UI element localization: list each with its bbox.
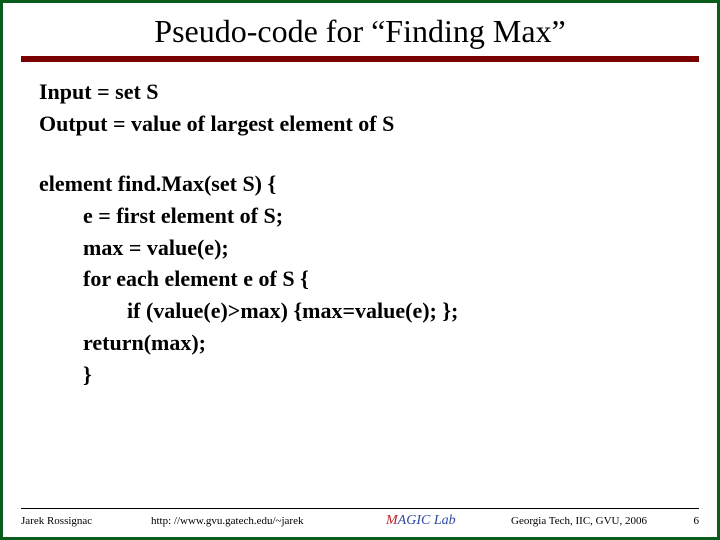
footer: Jarek Rossignac http: //www.gvu.gatech.e…: [21, 508, 699, 529]
footer-page-number: 6: [685, 515, 699, 527]
code-line-2: max = value(e);: [39, 232, 681, 264]
code-block: element find.Max(set S) { e = first elem…: [39, 168, 681, 391]
output-line: Output = value of largest element of S: [39, 108, 681, 140]
footer-lab: MAGIC Lab: [386, 513, 501, 529]
title-rule: [21, 56, 699, 62]
code-line-5: return(max);: [39, 327, 681, 359]
input-line: Input = set S: [39, 76, 681, 108]
footer-lab-rest: AGIC Lab: [398, 513, 456, 528]
slide-title: Pseudo-code for “Finding Max”: [3, 13, 717, 50]
footer-lab-m: M: [386, 513, 398, 528]
code-line-4: if (value(e)>max) {max=value(e); };: [39, 295, 681, 327]
code-line-3: for each element e of S {: [39, 263, 681, 295]
code-line-6: }: [39, 359, 681, 391]
footer-url: http: //www.gvu.gatech.edu/~jarek: [151, 515, 386, 527]
footer-author: Jarek Rossignac: [21, 515, 151, 527]
slide-body: Input = set S Output = value of largest …: [3, 76, 717, 391]
code-line-1: e = first element of S;: [39, 200, 681, 232]
slide: Pseudo-code for “Finding Max” Input = se…: [0, 0, 720, 540]
footer-affiliation: Georgia Tech, IIC, GVU, 2006: [501, 515, 685, 527]
code-line-0: element find.Max(set S) {: [39, 168, 681, 200]
